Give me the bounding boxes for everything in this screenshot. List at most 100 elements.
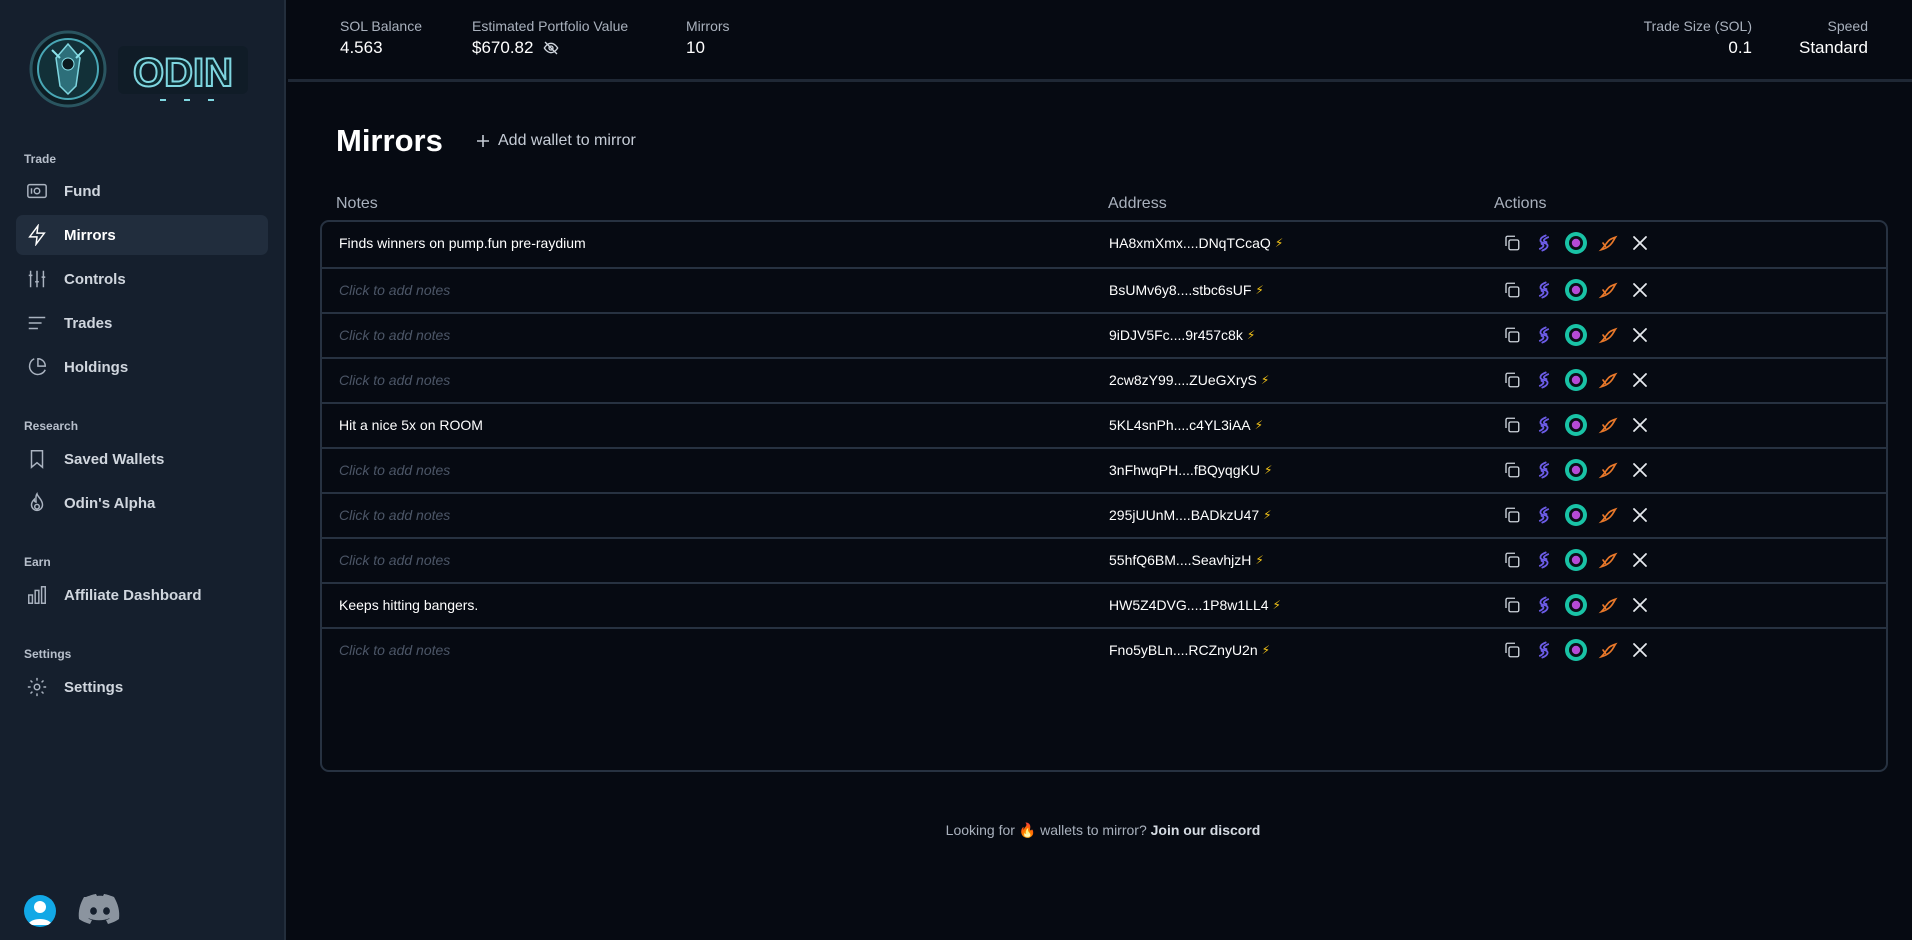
wallet-address[interactable]: HA8xmXmx....DNqTCcaQ ⚡ [1109,235,1283,251]
odin-logo[interactable]: ODIN [28,28,254,110]
copy-icon[interactable] [1500,548,1524,572]
sidebar-item-odins-alpha[interactable]: Odin's Alpha [16,483,268,523]
bird-icon[interactable] [1596,593,1620,617]
copy-icon[interactable] [1500,458,1524,482]
note-cell[interactable]: Hit a nice 5x on ROOM [339,417,483,433]
avatar[interactable] [24,895,56,927]
sidebar-item-settings[interactable]: Settings [16,667,268,707]
wallet-address[interactable]: 9iDJV5Fc....9r457c8k ⚡ [1109,327,1255,343]
row-actions [1500,593,1652,617]
note-cell[interactable]: Finds winners on pump.fun pre-raydium [339,235,586,251]
join-discord-link[interactable]: Join our discord [1151,822,1261,838]
bird-icon[interactable] [1596,231,1620,255]
add-wallet-button[interactable]: Add wallet to mirror [476,132,636,150]
sol-balance-value: 4.563 [340,38,383,57]
column-header-actions: Actions [1494,195,1547,212]
solscan-icon[interactable] [1532,503,1556,527]
gmgn-icon[interactable] [1564,413,1588,437]
sidebar-item-controls[interactable]: Controls [16,259,268,299]
solscan-icon[interactable] [1532,638,1556,662]
remove-mirror-icon[interactable] [1628,593,1652,617]
row-actions [1500,638,1652,662]
remove-mirror-icon[interactable] [1628,368,1652,392]
bird-icon[interactable] [1596,638,1620,662]
discord-icon[interactable] [78,892,122,926]
bird-icon[interactable] [1596,503,1620,527]
sidebar-item-affiliate-dashboard[interactable]: Affiliate Dashboard [16,575,268,615]
remove-mirror-icon[interactable] [1628,323,1652,347]
remove-mirror-icon[interactable] [1628,413,1652,437]
gmgn-icon[interactable] [1564,323,1588,347]
bird-icon[interactable] [1596,458,1620,482]
sidebar-item-holdings[interactable]: Holdings [16,347,268,387]
wallet-address[interactable]: 5KL4snPh....c4YL3iAA ⚡ [1109,417,1263,433]
gear-icon [25,675,49,699]
gmgn-icon[interactable] [1564,548,1588,572]
remove-mirror-icon[interactable] [1628,548,1652,572]
copy-icon[interactable] [1500,413,1524,437]
gmgn-icon[interactable] [1564,458,1588,482]
wallet-address[interactable]: HW5Z4DVG....1P8w1LL4 ⚡ [1109,597,1281,613]
remove-mirror-icon[interactable] [1628,503,1652,527]
copy-icon[interactable] [1500,503,1524,527]
sidebar-item-label: Affiliate Dashboard [64,586,202,604]
copy-icon[interactable] [1500,368,1524,392]
copy-icon[interactable] [1500,231,1524,255]
solscan-icon[interactable] [1532,368,1556,392]
bird-icon[interactable] [1596,413,1620,437]
note-cell[interactable]: Click to add notes [339,507,450,523]
row-actions [1500,548,1652,572]
sidebar-item-fund[interactable]: Fund [16,171,268,211]
sol-balance-label: SOL Balance [340,18,422,34]
bird-icon[interactable] [1596,368,1620,392]
solscan-icon[interactable] [1532,278,1556,302]
wallet-address[interactable]: Fno5yBLn....RCZnyU2n ⚡ [1109,642,1270,658]
copy-icon[interactable] [1500,593,1524,617]
bird-icon[interactable] [1596,323,1620,347]
solscan-icon[interactable] [1532,593,1556,617]
solscan-icon[interactable] [1532,413,1556,437]
trade-size-value: 0.1 [1728,38,1752,57]
gmgn-icon[interactable] [1564,593,1588,617]
remove-mirror-icon[interactable] [1628,458,1652,482]
speed-stat[interactable]: Speed Standard [1799,18,1868,58]
note-cell[interactable]: Keeps hitting bangers. [339,597,478,613]
note-cell[interactable]: Click to add notes [339,327,450,343]
wallet-address[interactable]: BsUMv6y8....stbc6sUF ⚡ [1109,282,1264,298]
gmgn-icon[interactable] [1564,503,1588,527]
sidebar-item-trades[interactable]: Trades [16,303,268,343]
remove-mirror-icon[interactable] [1628,638,1652,662]
bird-icon[interactable] [1596,278,1620,302]
remove-mirror-icon[interactable] [1628,278,1652,302]
eye-off-icon[interactable] [543,40,559,56]
gmgn-icon[interactable] [1564,368,1588,392]
mirrors-count-value: 10 [686,38,705,57]
gmgn-icon[interactable] [1564,278,1588,302]
copy-icon[interactable] [1500,278,1524,302]
bird-icon[interactable] [1596,548,1620,572]
wallet-address[interactable]: 55hfQ6BM....SeavhjzH ⚡ [1109,552,1264,568]
solscan-icon[interactable] [1532,548,1556,572]
note-cell[interactable]: Click to add notes [339,282,450,298]
copy-icon[interactable] [1500,638,1524,662]
sidebar-item-saved-wallets[interactable]: Saved Wallets [16,439,268,479]
trade-size-stat[interactable]: Trade Size (SOL) 0.1 [1644,18,1752,58]
section-trade: Trade [24,152,57,166]
remove-mirror-icon[interactable] [1628,231,1652,255]
sidebar-item-mirrors[interactable]: Mirrors [16,215,268,255]
wallet-address[interactable]: 295jUUnM....BADkzU47 ⚡ [1109,507,1272,523]
solscan-icon[interactable] [1532,458,1556,482]
note-cell[interactable]: Click to add notes [339,552,450,568]
wallet-address[interactable]: 3nFhwqPH....fBQyqgKU ⚡ [1109,462,1272,478]
note-cell[interactable]: Click to add notes [339,462,450,478]
solscan-icon[interactable] [1532,323,1556,347]
sidebar-item-label: Trades [64,314,113,332]
solscan-icon[interactable] [1532,231,1556,255]
gmgn-icon[interactable] [1564,638,1588,662]
copy-icon[interactable] [1500,323,1524,347]
note-cell[interactable]: Click to add notes [339,372,450,388]
discord-callout: Looking for 🔥 wallets to mirror? Join ou… [0,822,1912,839]
wallet-address[interactable]: 2cw8zY99....ZUeGXryS ⚡ [1109,372,1269,388]
note-cell[interactable]: Click to add notes [339,642,450,658]
gmgn-icon[interactable] [1564,231,1588,255]
